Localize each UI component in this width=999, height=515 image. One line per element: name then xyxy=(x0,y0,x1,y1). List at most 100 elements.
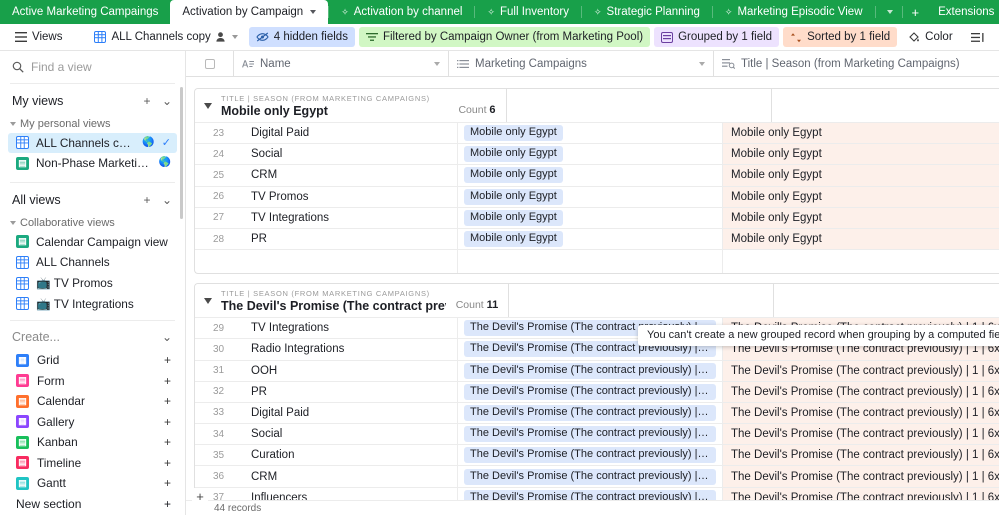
tab-marketing-episodic-view[interactable]: ✧ Marketing Episodic View xyxy=(713,0,875,24)
cell-marketing-campaigns[interactable]: Mobile only Egypt xyxy=(458,144,723,165)
tab-active-marketing-campaings[interactable]: Active Marketing Campaings xyxy=(0,0,170,24)
table-row[interactable]: 24 Social Mobile only Egypt Mobile only … xyxy=(195,143,999,165)
cell-name[interactable]: OOH xyxy=(243,360,458,381)
cell-name[interactable]: Social xyxy=(243,144,458,165)
tab-overflow-chevron-icon[interactable] xyxy=(876,0,902,24)
table-row[interactable]: 34 Social The Devil's Promise (The contr… xyxy=(195,423,999,445)
tab-activation-by-campaign[interactable]: Activation by Campaign xyxy=(170,0,329,24)
grid-scroll-area[interactable]: TITLE | SEASON (FROM MARKETING CAMPAIGNS… xyxy=(186,77,999,515)
sidebar-item-all-channels-copy[interactable]: ALL Channels copy 🌎 ✓ xyxy=(8,132,177,154)
create-grid-view[interactable]: ▦ Grid + xyxy=(8,350,177,371)
cell-marketing-campaigns[interactable]: The Devil's Promise (The contract previo… xyxy=(458,360,723,381)
add-icon[interactable]: + xyxy=(164,435,171,449)
filter-button[interactable]: Filtered by Campaign Owner (from Marketi… xyxy=(358,27,651,47)
add-icon[interactable]: + xyxy=(164,415,171,429)
cell-title-season[interactable]: The Devil's Promise (The contract previo… xyxy=(723,360,999,381)
table-row[interactable]: 36 CRM The Devil's Promise (The contract… xyxy=(195,465,999,487)
table-row[interactable]: 35 Curation The Devil's Promise (The con… xyxy=(195,444,999,466)
sort-button[interactable]: Sorted by 1 field xyxy=(783,27,898,47)
collapse-create-icon[interactable]: ⌄ xyxy=(159,329,175,345)
column-header-name[interactable]: Name xyxy=(234,51,449,76)
chevron-down-icon[interactable] xyxy=(434,61,440,66)
tab-full-inventory[interactable]: ✧ Full Inventory xyxy=(475,0,581,24)
table-row[interactable]: 32 PR The Devil's Promise (The contract … xyxy=(195,380,999,402)
add-icon[interactable]: + xyxy=(164,394,171,408)
cell-title-season[interactable]: Mobile only Egypt xyxy=(723,186,999,207)
table-row[interactable]: 31 OOH The Devil's Promise (The contract… xyxy=(195,359,999,381)
add-my-view-button[interactable]: + xyxy=(139,93,155,109)
current-view-button[interactable]: ALL Channels copy xyxy=(87,27,244,47)
column-header-marketing-campaigns[interactable]: Marketing Campaigns xyxy=(449,51,714,76)
cell-title-season[interactable]: Mobile only Egypt xyxy=(723,165,999,186)
create-form-view[interactable]: ▤ Form + xyxy=(8,370,177,391)
cell-marketing-campaigns[interactable]: Mobile only Egypt xyxy=(458,165,723,186)
chevron-down-icon[interactable] xyxy=(310,10,317,14)
group-collapse-toggle[interactable] xyxy=(195,297,221,304)
cell-marketing-campaigns[interactable]: The Devil's Promise (The contract previo… xyxy=(458,445,723,466)
cell-name[interactable]: TV Integrations xyxy=(243,207,458,228)
cell-name[interactable]: TV Integrations xyxy=(243,318,458,339)
table-row[interactable]: 33 Digital Paid The Devil's Promise (The… xyxy=(195,401,999,424)
create-gantt-view[interactable]: ▤ Gantt + xyxy=(8,473,177,494)
group-collapse-toggle[interactable] xyxy=(195,102,221,109)
cell-name[interactable]: Digital Paid xyxy=(243,123,458,144)
collaborative-views-subheader[interactable]: Collaborative views xyxy=(0,214,185,232)
column-header-title-season[interactable]: Title | Season (from Marketing Campaigns… xyxy=(714,51,999,76)
cell-title-season[interactable]: The Devil's Promise (The contract previo… xyxy=(723,381,999,402)
cell-name[interactable]: PR xyxy=(243,381,458,402)
sidebar-item-non-phase-marketing[interactable]: ▤ Non-Phase Marketing C... 🌎 xyxy=(8,153,177,174)
add-icon[interactable]: + xyxy=(164,353,171,367)
table-row[interactable]: 28 PR Mobile only Egypt Mobile only Egyp… xyxy=(195,227,999,250)
cell-title-season[interactable]: The Devil's Promise (The contract previo… xyxy=(723,466,999,487)
chevron-down-icon[interactable] xyxy=(231,35,238,39)
create-calendar-view[interactable]: ▤ Calendar + xyxy=(8,391,177,412)
cell-name[interactable]: Social xyxy=(243,424,458,445)
cell-name[interactable]: CRM xyxy=(243,466,458,487)
cell-marketing-campaigns[interactable]: Mobile only Egypt xyxy=(458,123,723,144)
cell-marketing-campaigns[interactable]: Mobile only Egypt xyxy=(458,186,723,207)
group-header[interactable]: TITLE | SEASON (FROM MARKETING CAMPAIGNS… xyxy=(195,284,999,318)
cell-marketing-campaigns[interactable]: The Devil's Promise (The contract previo… xyxy=(458,424,723,445)
group-add-row[interactable] xyxy=(195,249,999,274)
new-section-button[interactable]: New section + xyxy=(8,494,177,515)
group-button[interactable]: Grouped by 1 field xyxy=(654,27,780,47)
sidebar-scrollbar[interactable] xyxy=(180,87,183,219)
cell-title-season[interactable]: The Devil's Promise (The contract previo… xyxy=(723,402,999,424)
add-table-button[interactable]: + xyxy=(903,0,929,24)
cell-name[interactable]: CRM xyxy=(243,165,458,186)
table-row[interactable]: 25 CRM Mobile only Egypt Mobile only Egy… xyxy=(195,164,999,186)
share-view-button[interactable]: Share view xyxy=(995,27,999,47)
create-gallery-view[interactable]: ▦ Gallery + xyxy=(8,411,177,432)
cell-marketing-campaigns[interactable]: The Devil's Promise (The contract previo… xyxy=(458,381,723,402)
cell-title-season[interactable]: The Devil's Promise (The contract previo… xyxy=(723,424,999,445)
sidebar-item-tv-integrations[interactable]: 📺 TV Integrations xyxy=(8,293,177,314)
extensions-button[interactable]: Extensions xyxy=(928,6,999,18)
cell-name[interactable]: PR xyxy=(243,228,458,250)
create-timeline-view[interactable]: ▤ Timeline + xyxy=(8,452,177,473)
hidden-fields-button[interactable]: 4 hidden fields xyxy=(248,27,355,47)
cell-title-season[interactable]: Mobile only Egypt xyxy=(723,228,999,250)
add-icon[interactable]: + xyxy=(164,374,171,388)
add-icon[interactable]: + xyxy=(164,476,171,490)
chevron-down-icon[interactable] xyxy=(699,61,705,66)
tab-activation-by-channel[interactable]: ✧ Activation by channel xyxy=(329,0,474,24)
cell-marketing-campaigns[interactable]: Mobile only Egypt xyxy=(458,207,723,228)
cell-marketing-campaigns[interactable]: The Devil's Promise (The contract previo… xyxy=(458,402,723,424)
table-row[interactable]: 27 TV Integrations Mobile only Egypt Mob… xyxy=(195,206,999,228)
sidebar-item-tv-promos[interactable]: 📺 TV Promos xyxy=(8,273,177,294)
cell-title-season[interactable]: The Devil's Promise (The contract previo… xyxy=(723,445,999,466)
cell-title-season[interactable]: Mobile only Egypt xyxy=(723,123,999,144)
collapse-my-views-icon[interactable]: ⌄ xyxy=(159,93,175,109)
collapse-all-views-icon[interactable]: ⌄ xyxy=(159,192,175,208)
cell-title-season[interactable]: Mobile only Egypt xyxy=(723,207,999,228)
sidebar-item-all-channels[interactable]: ALL Channels xyxy=(8,252,177,273)
cell-marketing-campaigns[interactable]: Mobile only Egypt xyxy=(458,228,723,250)
select-all-header-cell[interactable] xyxy=(186,51,234,76)
cell-marketing-campaigns[interactable]: The Devil's Promise (The contract previo… xyxy=(458,466,723,487)
row-height-button[interactable] xyxy=(964,27,991,47)
cell-title-season[interactable]: Mobile only Egypt xyxy=(723,144,999,165)
cell-name[interactable]: Curation xyxy=(243,445,458,466)
group-header[interactable]: TITLE | SEASON (FROM MARKETING CAMPAIGNS… xyxy=(195,89,999,122)
sidebar-item-calendar-campaign-view[interactable]: ▤ Calendar Campaign view xyxy=(8,232,177,253)
table-row[interactable]: 23 Digital Paid Mobile only Egypt Mobile… xyxy=(195,122,999,144)
